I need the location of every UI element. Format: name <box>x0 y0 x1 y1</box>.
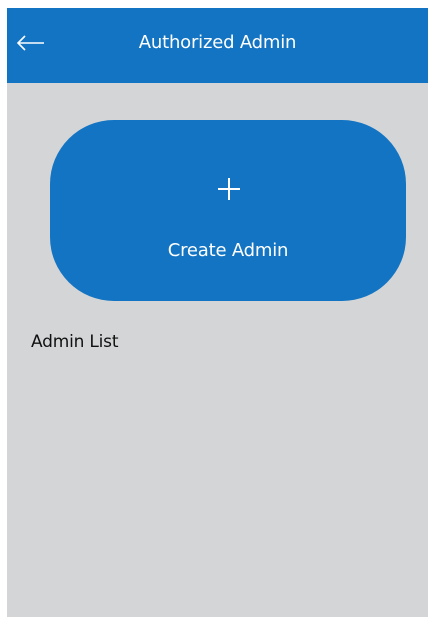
create-admin-button[interactable]: Create Admin <box>50 120 406 301</box>
app-screen: Authorized Admin Create Admin Admin List <box>7 8 428 617</box>
plus-icon <box>218 178 240 200</box>
create-admin-label: Create Admin <box>167 240 289 261</box>
page-title: Authorized Admin <box>138 32 297 53</box>
admin-list-title: Admin List <box>31 332 119 352</box>
top-app-bar: Authorized Admin <box>7 8 428 83</box>
admin-list <box>7 368 428 617</box>
